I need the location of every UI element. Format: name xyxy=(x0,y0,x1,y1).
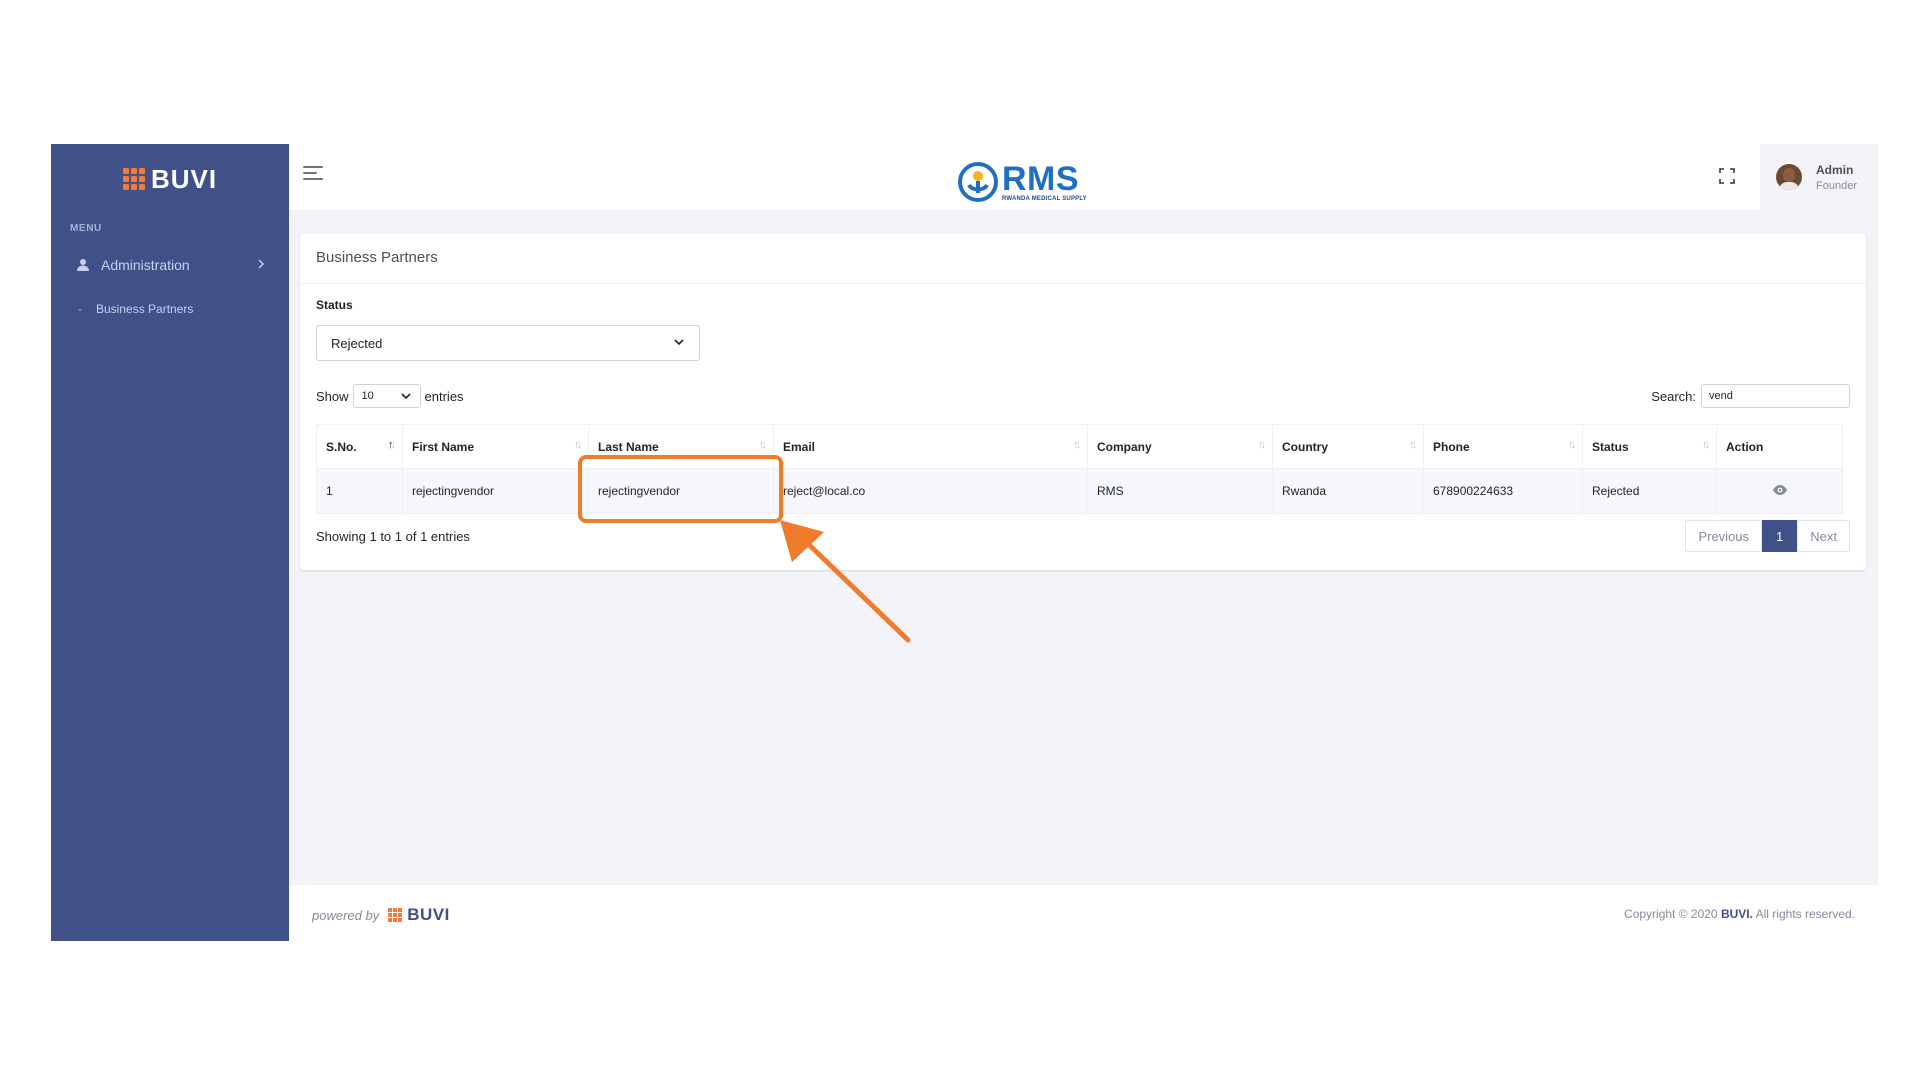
pagination-page-button[interactable]: 1 xyxy=(1762,520,1798,552)
sort-icon: ↑↓ xyxy=(1258,439,1266,451)
cell-status: Rejected xyxy=(1582,468,1717,514)
cell-first-name: rejectingvendor xyxy=(402,468,589,514)
footer-brand: BUVI xyxy=(407,905,450,924)
hamburger-menu-icon[interactable] xyxy=(303,166,323,182)
sidebar: BUVI MENU Administration - Business Part… xyxy=(51,144,289,941)
sidebar-subitem-label: Business Partners xyxy=(96,302,194,316)
sort-icon: ↑↓ xyxy=(1073,439,1081,451)
sort-icon: ↑↓ xyxy=(388,439,396,451)
user-icon xyxy=(75,257,91,273)
rms-emblem-icon xyxy=(958,162,998,202)
cell-sno: 1 xyxy=(316,468,403,514)
chevron-right-icon xyxy=(257,257,265,273)
fullscreen-icon[interactable] xyxy=(1717,166,1737,186)
pagination: Previous 1 Next xyxy=(1685,520,1850,552)
search-label: Search: xyxy=(1651,388,1696,404)
cell-company: RMS xyxy=(1087,468,1273,514)
column-header-email[interactable]: Email ↑↓ xyxy=(773,424,1088,469)
page-length-value: 10 xyxy=(361,390,374,402)
user-role: Founder xyxy=(1816,179,1857,192)
brand-name: BUVI xyxy=(150,163,218,194)
card-header: Business Partners xyxy=(300,234,1866,284)
cell-phone: 678900224633 xyxy=(1423,468,1583,514)
page-length-select[interactable]: 10 xyxy=(352,384,421,408)
show-label: Show xyxy=(316,388,349,404)
cell-action xyxy=(1716,468,1843,514)
copyright: Copyright © 2020 BUVI. All rights reserv… xyxy=(1624,907,1855,921)
sidebar-item-administration[interactable]: Administration xyxy=(51,248,289,282)
user-profile-dropdown[interactable]: Admin Founder xyxy=(1760,144,1878,210)
copyright-brand-link[interactable]: BUVI. xyxy=(1721,907,1753,921)
pagination-next-button[interactable]: Next xyxy=(1797,520,1850,552)
buvi-logo-icon xyxy=(122,168,145,190)
sidebar-brand[interactable]: BUVI xyxy=(51,144,289,214)
business-partners-table: S.No. ↑↓ First Name ↑↓ Last Name ↑↓ Email ↑↓… xyxy=(316,424,1843,514)
business-partners-card: Business Partners Status Rejected Show 1… xyxy=(300,234,1866,570)
sort-icon: ↑↓ xyxy=(1568,439,1576,451)
sort-icon: ↑↓ xyxy=(574,439,582,451)
table-header-row: S.No. ↑↓ First Name ↑↓ Last Name ↑↓ Email ↑↓… xyxy=(316,424,1843,469)
sort-icon: ↑↓ xyxy=(1702,439,1710,451)
column-header-first-name[interactable]: First Name ↑↓ xyxy=(402,424,589,469)
cell-email: reject@local.co xyxy=(773,468,1088,514)
sort-icon: ↑↓ xyxy=(1409,439,1417,451)
entries-label: entries xyxy=(424,388,464,404)
rms-logo: RMS RWANDA MEDICAL SUPPLY xyxy=(957,160,1087,204)
dash-icon: - xyxy=(78,302,82,316)
table-info: Showing 1 to 1 of 1 entries xyxy=(316,529,470,544)
logo-subtitle: RWANDA MEDICAL SUPPLY xyxy=(1002,195,1087,202)
page-title: Business Partners xyxy=(316,249,438,266)
column-header-company[interactable]: Company ↑↓ xyxy=(1087,424,1273,469)
view-eye-icon[interactable] xyxy=(1772,484,1788,499)
status-filter-label: Status xyxy=(316,298,353,312)
column-header-country[interactable]: Country ↑↓ xyxy=(1272,424,1424,469)
footer: powered by BUVI Copyright © 2020 BUVI. A… xyxy=(289,885,1878,941)
table-search: Search: xyxy=(1651,384,1850,408)
powered-by: powered by BUVI xyxy=(312,905,450,925)
sidebar-item-label: Administration xyxy=(101,257,190,273)
powered-by-label: powered by xyxy=(312,907,380,923)
buvi-logo-icon xyxy=(388,908,403,922)
user-name: Admin xyxy=(1816,162,1854,177)
app-shell: BUVI MENU Administration - Business Part… xyxy=(51,144,1878,941)
column-header-phone[interactable]: Phone ↑↓ xyxy=(1423,424,1583,469)
logo-title: RMS xyxy=(1002,159,1080,198)
column-header-action: Action xyxy=(1716,424,1843,469)
search-input[interactable] xyxy=(1701,384,1850,408)
annotation-highlight-box xyxy=(578,455,783,523)
cell-country: Rwanda xyxy=(1272,468,1424,514)
menu-title: MENU xyxy=(70,223,102,234)
chevron-down-icon xyxy=(400,390,412,405)
status-filter-select[interactable]: Rejected xyxy=(316,325,700,361)
sort-icon: ↑↓ xyxy=(759,439,767,451)
annotation-arrow-icon xyxy=(780,520,911,643)
pagination-previous-button[interactable]: Previous xyxy=(1685,520,1763,552)
topbar: RMS RWANDA MEDICAL SUPPLY Admin Founder xyxy=(289,144,1878,210)
avatar xyxy=(1776,164,1802,190)
page-length-control: Show 10 entries xyxy=(316,384,464,408)
column-header-status[interactable]: Status ↑↓ xyxy=(1582,424,1717,469)
chevron-down-icon xyxy=(673,336,685,351)
sidebar-subitem-business-partners[interactable]: - Business Partners xyxy=(78,302,193,316)
table-row: 1 rejectingvendor rejectingvendor reject… xyxy=(316,468,1843,514)
status-filter-value: Rejected xyxy=(331,335,383,351)
column-header-sno[interactable]: S.No. ↑↓ xyxy=(316,424,403,469)
